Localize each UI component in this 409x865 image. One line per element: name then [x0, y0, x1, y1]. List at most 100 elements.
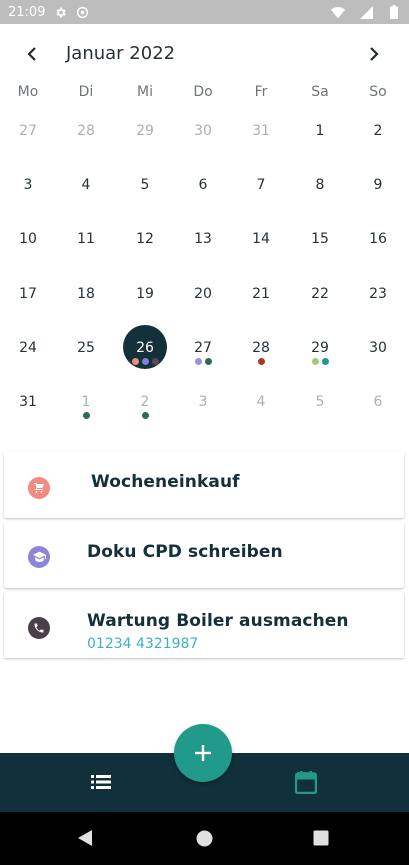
- month-title: Januar 2022: [66, 43, 176, 64]
- next-month-button[interactable]: [360, 40, 388, 68]
- day-number: 12: [136, 231, 154, 247]
- calendar-day[interactable]: 12: [120, 228, 170, 274]
- calendar-day[interactable]: 29: [295, 337, 345, 383]
- calendar-day[interactable]: 23: [353, 283, 403, 329]
- day-number: 18: [77, 286, 95, 302]
- day-number: 30: [194, 123, 212, 139]
- calendar-day[interactable]: 31: [3, 391, 53, 437]
- day-number: 13: [194, 231, 212, 247]
- calendar-day[interactable]: 25: [61, 337, 111, 383]
- day-number: 31: [252, 123, 270, 139]
- calendar-day[interactable]: 6: [178, 174, 228, 220]
- weekday-label: Mi: [137, 84, 153, 100]
- day-number: 30: [369, 340, 387, 356]
- back-button[interactable]: [73, 826, 97, 850]
- calendar-day[interactable]: 17: [3, 283, 53, 329]
- day-number: 21: [252, 286, 270, 302]
- calendar-day[interactable]: 22: [295, 283, 345, 329]
- weekday-label: Sa: [311, 84, 329, 100]
- day-number: 4: [81, 177, 91, 193]
- day-number: 14: [252, 231, 270, 247]
- event-dot: [141, 358, 149, 365]
- calendar-day[interactable]: 2: [120, 391, 170, 437]
- event-dot: [151, 358, 159, 365]
- cart-icon: [28, 477, 50, 499]
- calendar-day[interactable]: 10: [3, 228, 53, 274]
- status-time: 21:09: [8, 4, 46, 20]
- list-icon: [91, 775, 111, 789]
- day-number: 2: [373, 123, 383, 139]
- calendar-day[interactable]: 28: [236, 337, 286, 383]
- weekday-label: Do: [193, 84, 213, 100]
- calendar-day[interactable]: 21: [236, 283, 286, 329]
- calendar-day[interactable]: 13: [178, 228, 228, 274]
- calendar-day[interactable]: 28: [61, 120, 111, 166]
- calendar-day[interactable]: 27: [3, 120, 53, 166]
- calendar-day[interactable]: 7: [236, 174, 286, 220]
- day-number: 10: [19, 231, 37, 247]
- previous-month-button[interactable]: [18, 40, 46, 68]
- at-icon: [75, 5, 89, 19]
- weekday-label: Fr: [254, 84, 268, 100]
- event-indicator-dots: [120, 358, 170, 365]
- calendar-day[interactable]: 18: [61, 283, 111, 329]
- calendar-day[interactable]: 16: [353, 228, 403, 274]
- calendar-day-selected[interactable]: 26: [120, 337, 170, 383]
- calendar-day[interactable]: 6: [353, 391, 403, 437]
- event-dot: [141, 412, 149, 419]
- chevron-right-icon: [370, 47, 379, 61]
- day-number: 25: [77, 340, 95, 356]
- event-phone-link[interactable]: 01234 4321987: [87, 636, 198, 652]
- calendar-day[interactable]: 15: [295, 228, 345, 274]
- calendar-day[interactable]: 8: [295, 174, 345, 220]
- day-number: 2: [140, 394, 150, 410]
- calendar-day[interactable]: 31: [236, 120, 286, 166]
- calendar-day[interactable]: 9: [353, 174, 403, 220]
- add-event-button[interactable]: [174, 724, 232, 782]
- calendar-day[interactable]: 5: [120, 174, 170, 220]
- recents-square-icon: [313, 830, 329, 846]
- calendar-day[interactable]: 29: [120, 120, 170, 166]
- calendar-day[interactable]: 27: [178, 337, 228, 383]
- recents-button[interactable]: [309, 826, 333, 850]
- day-number: 1: [315, 123, 325, 139]
- day-number: 28: [252, 340, 270, 356]
- day-number: 6: [198, 177, 208, 193]
- day-number: 31: [19, 394, 37, 410]
- calendar-day[interactable]: 20: [178, 283, 228, 329]
- calendar-day[interactable]: 1: [295, 120, 345, 166]
- calendar-day[interactable]: 3: [3, 174, 53, 220]
- calendar-day[interactable]: 5: [295, 391, 345, 437]
- calendar-day[interactable]: 2: [353, 120, 403, 166]
- event-card[interactable]: Wocheneinkauf: [4, 452, 404, 518]
- event-card[interactable]: Wartung Boiler ausmachen 01234 4321987: [4, 592, 404, 658]
- calendar-day[interactable]: 30: [353, 337, 403, 383]
- list-view-tab[interactable]: [88, 769, 114, 795]
- event-dot: [82, 412, 90, 419]
- event-card[interactable]: Doku CPD schreiben: [4, 522, 404, 588]
- calendar-day[interactable]: 3: [178, 391, 228, 437]
- event-indicator-dots: [120, 412, 170, 419]
- calendar-day[interactable]: 24: [3, 337, 53, 383]
- calendar-day[interactable]: 4: [236, 391, 286, 437]
- calendar-day[interactable]: 1: [61, 391, 111, 437]
- calendar-day[interactable]: 14: [236, 228, 286, 274]
- calendar-day[interactable]: 11: [61, 228, 111, 274]
- calendar-day[interactable]: 30: [178, 120, 228, 166]
- event-indicator-dots: [236, 358, 286, 365]
- chevron-left-icon: [27, 47, 36, 61]
- day-number: 16: [369, 231, 387, 247]
- calendar-day[interactable]: 19: [120, 283, 170, 329]
- day-number: 27: [194, 340, 212, 356]
- day-number: 29: [136, 123, 154, 139]
- home-button[interactable]: [192, 826, 216, 850]
- calendar-day[interactable]: 4: [61, 174, 111, 220]
- event-title: Doku CPD schreiben: [87, 542, 283, 562]
- day-number: 28: [77, 123, 95, 139]
- day-number: 22: [311, 286, 329, 302]
- calendar-view-tab[interactable]: [293, 769, 319, 795]
- day-number: 27: [19, 123, 37, 139]
- day-number: 26: [136, 340, 154, 356]
- day-number: 11: [77, 231, 95, 247]
- wifi-icon: [331, 5, 345, 19]
